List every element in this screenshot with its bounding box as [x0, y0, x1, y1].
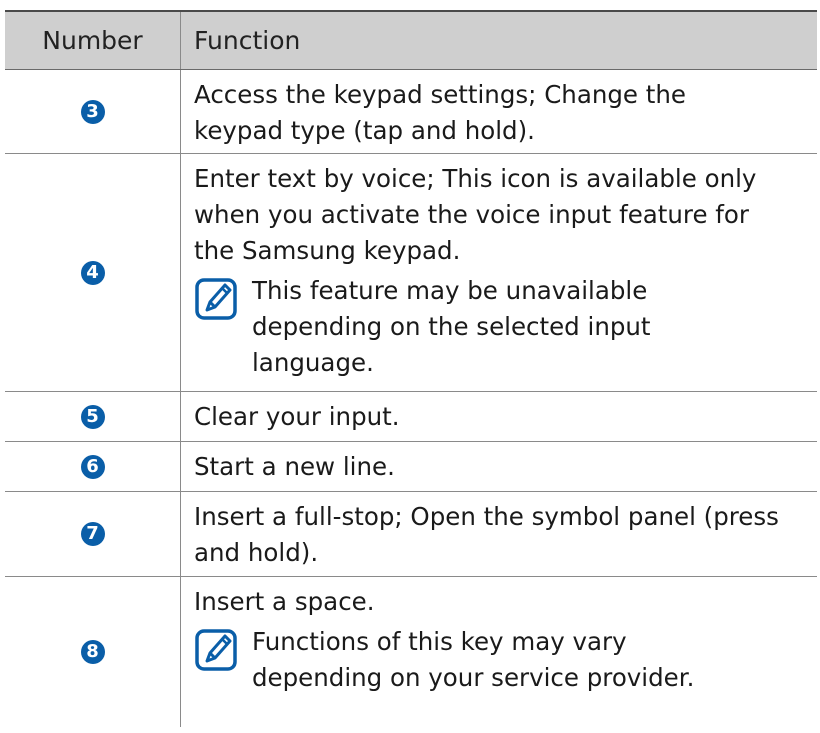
- function-cell: Start a new line.: [181, 442, 817, 491]
- note: Functions of this key may vary depending…: [194, 624, 811, 696]
- table-row: 5 Clear your input.: [5, 392, 817, 442]
- note-line: language.: [252, 348, 374, 377]
- number-cell: 8: [5, 577, 181, 727]
- header-function: Function: [194, 26, 301, 55]
- number-badge: 3: [80, 99, 105, 124]
- note-text-block: Functions of this key may vary depending…: [240, 624, 694, 696]
- header-number: Number: [42, 26, 143, 55]
- function-line: and hold).: [194, 538, 319, 567]
- table-row: 7 Insert a full-stop; Open the symbol pa…: [5, 492, 817, 577]
- function-cell: Clear your input.: [181, 392, 817, 441]
- note-pencil-icon: [194, 624, 240, 676]
- function-line: Clear your input.: [194, 402, 400, 431]
- number-cell: 4: [5, 154, 181, 391]
- function-line: the Samsung keypad.: [194, 236, 461, 265]
- function-cell: Insert a full-stop; Open the symbol pane…: [181, 492, 817, 576]
- number-badge: 5: [80, 404, 105, 429]
- function-line: Insert a space.: [194, 587, 375, 616]
- note-line: Functions of this key may vary: [252, 627, 627, 656]
- header-number-cell: Number: [5, 12, 181, 69]
- note-line: depending on your service provider.: [252, 663, 695, 692]
- number-cell: 5: [5, 392, 181, 441]
- function-cell: Enter text by voice; This icon is availa…: [181, 154, 817, 391]
- note: This feature may be unavailable dependin…: [194, 273, 811, 381]
- table-row: 3 Access the keypad settings; Change the…: [5, 70, 817, 154]
- note-line: This feature may be unavailable: [252, 276, 648, 305]
- header-function-cell: Function: [181, 12, 817, 69]
- table-row: 6 Start a new line.: [5, 442, 817, 492]
- function-line: Access the keypad settings; Change the: [194, 80, 686, 109]
- table-row: 8 Insert a space. Functions of this key …: [5, 577, 817, 727]
- function-line: keypad type (tap and hold).: [194, 116, 535, 145]
- number-badge: 7: [80, 522, 105, 546]
- note-pencil-icon: [194, 273, 240, 325]
- function-cell: Access the keypad settings; Change the k…: [181, 70, 817, 153]
- function-line: Enter text by voice; This icon is availa…: [194, 164, 757, 193]
- function-cell: Insert a space. Functions of this key ma…: [181, 577, 817, 727]
- number-cell: 6: [5, 442, 181, 491]
- number-badge: 4: [80, 260, 105, 285]
- table-row: 4 Enter text by voice; This icon is avai…: [5, 154, 817, 392]
- function-line: Start a new line.: [194, 452, 395, 481]
- number-badge: 6: [80, 454, 105, 479]
- number-badge: 8: [80, 640, 105, 664]
- note-line: depending on the selected input: [252, 312, 651, 341]
- function-line: Insert a full-stop; Open the symbol pane…: [194, 502, 779, 531]
- table-header: Number Function: [5, 10, 817, 70]
- number-cell: 3: [5, 70, 181, 153]
- function-table: Number Function 3 Access the keypad sett…: [5, 10, 817, 727]
- note-text-block: This feature may be unavailable dependin…: [240, 273, 651, 381]
- number-cell: 7: [5, 492, 181, 576]
- function-line: when you activate the voice input featur…: [194, 200, 749, 229]
